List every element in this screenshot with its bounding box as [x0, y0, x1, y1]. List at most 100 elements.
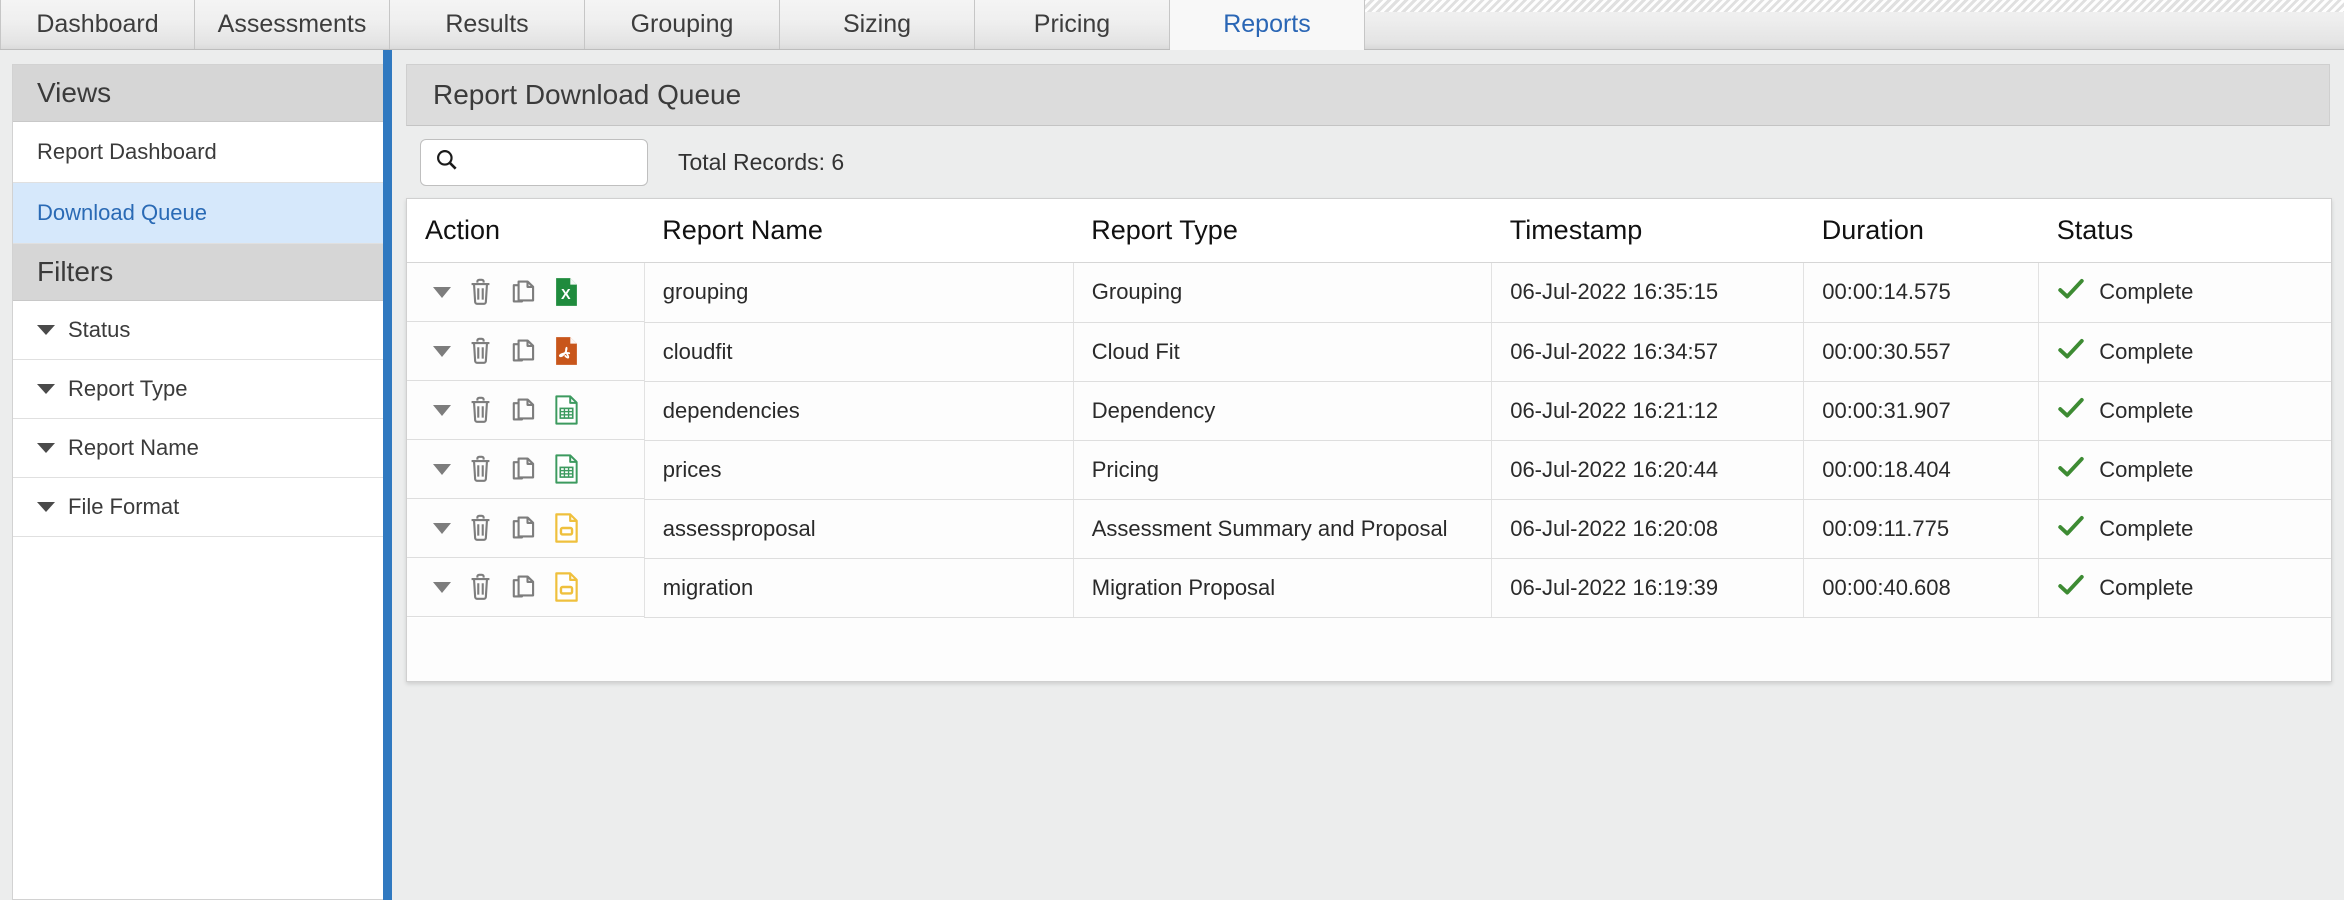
- delete-icon[interactable]: [467, 396, 494, 425]
- column-header-report-type[interactable]: Report Type: [1073, 199, 1492, 263]
- cell-report-type: Assessment Summary and Proposal: [1072, 499, 1492, 559]
- status-label: Complete: [2099, 574, 2194, 600]
- column-header-status[interactable]: Status: [2038, 199, 2331, 263]
- cell-report-name: dependencies: [643, 381, 1074, 441]
- table-row[interactable]: cloudfit Cloud Fit 06-Jul-2022 16:34:57 00:…: [407, 322, 2331, 382]
- table-row[interactable]: dependencies Dependency 06-Jul-2022 16:21:…: [407, 381, 2331, 441]
- expand-row-chevron-down-icon[interactable]: [433, 286, 451, 298]
- delete-icon[interactable]: [467, 514, 494, 543]
- sidebar-item-report-dashboard[interactable]: Report Dashboard: [13, 122, 383, 183]
- status-label: Complete: [2099, 338, 2194, 364]
- row-action-cell: [407, 499, 644, 558]
- status-badge: Complete: [2057, 455, 2331, 485]
- table-body: Xgrouping Grouping 06-Jul-2022 16:35:15 00:…: [407, 262, 2331, 681]
- copy-icon[interactable]: [510, 337, 537, 366]
- cell-report-name: grouping: [643, 262, 1074, 323]
- tab-bar-filler: [1365, 0, 2344, 49]
- filter-file-format[interactable]: File Format: [13, 478, 383, 537]
- search-icon: [434, 147, 460, 178]
- cell-status: Complete: [2038, 440, 2331, 500]
- csv-file-icon[interactable]: [553, 395, 580, 425]
- main-content: Report Download Queue Total Records: 6 A…: [392, 50, 2344, 900]
- ppt-file-icon[interactable]: [553, 513, 580, 543]
- column-header-action[interactable]: Action: [407, 199, 645, 263]
- excel-file-icon[interactable]: X: [553, 277, 580, 307]
- ppt-file-icon[interactable]: [553, 572, 580, 602]
- tab-results[interactable]: Results: [390, 0, 585, 49]
- status-check-icon: [2057, 337, 2085, 367]
- chevron-down-icon: [37, 325, 55, 335]
- column-header-duration[interactable]: Duration: [1803, 199, 2039, 263]
- sidebar-item-label: Download Queue: [37, 200, 208, 225]
- chevron-down-icon: [37, 384, 55, 394]
- cell-status: Complete: [2038, 322, 2331, 382]
- filter-label: File Format: [68, 494, 180, 519]
- sidebar-item-label: Report Dashboard: [37, 139, 217, 164]
- cell-duration: 00:00:14.575: [1803, 262, 2039, 323]
- table-row[interactable]: assessproposal Assessment Summary and Pro…: [407, 499, 2331, 559]
- search-input[interactable]: [467, 150, 627, 174]
- tab-dashboard[interactable]: Dashboard: [0, 0, 195, 49]
- filter-label: Report Name: [68, 435, 199, 460]
- filter-label: Status: [68, 317, 131, 342]
- filter-label: Report Type: [68, 376, 188, 401]
- views-section-header: Views: [13, 65, 383, 122]
- tab-reports[interactable]: Reports: [1170, 0, 1365, 50]
- filter-status[interactable]: Status: [13, 301, 383, 360]
- filter-report-type[interactable]: Report Type: [13, 360, 383, 419]
- sidebar: Views Report Dashboard Download Queue Fi…: [12, 64, 383, 900]
- delete-icon[interactable]: [467, 573, 494, 602]
- filter-report-name[interactable]: Report Name: [13, 419, 383, 478]
- tab-pricing[interactable]: Pricing: [975, 0, 1170, 49]
- expand-row-chevron-down-icon[interactable]: [433, 345, 451, 357]
- sidebar-empty-area: [13, 537, 383, 899]
- main-tab-bar: Dashboard Assessments Results Grouping S…: [0, 0, 2344, 50]
- status-check-icon: [2057, 514, 2085, 544]
- table-toolbar: Total Records: 6: [406, 126, 2330, 198]
- cell-report-type: Cloud Fit: [1072, 322, 1492, 382]
- status-check-icon: [2057, 455, 2085, 485]
- copy-icon[interactable]: [510, 396, 537, 425]
- expand-row-chevron-down-icon[interactable]: [433, 404, 451, 416]
- cell-timestamp: 06-Jul-2022 16:19:39: [1491, 558, 1804, 618]
- delete-icon[interactable]: [467, 278, 494, 307]
- csv-file-icon[interactable]: [553, 454, 580, 484]
- table-row[interactable]: Xgrouping Grouping 06-Jul-2022 16:35:15 00:…: [407, 262, 2331, 323]
- expand-row-chevron-down-icon[interactable]: [433, 581, 451, 593]
- table-row[interactable]: migration Migration Proposal 06-Jul-2022 1…: [407, 558, 2331, 618]
- cell-report-name: migration: [643, 558, 1074, 618]
- page-title: Report Download Queue: [406, 64, 2330, 126]
- report-queue-table-card: Action Report Name Report Type Timestamp…: [406, 198, 2332, 682]
- expand-row-chevron-down-icon[interactable]: [433, 463, 451, 475]
- column-header-timestamp[interactable]: Timestamp: [1491, 199, 1804, 263]
- copy-icon[interactable]: [510, 573, 537, 602]
- table-empty-footer-row: [407, 617, 2331, 681]
- cell-status: Complete: [2038, 499, 2331, 559]
- table-header-row: Action Report Name Report Type Timestamp…: [407, 199, 2331, 263]
- delete-icon[interactable]: [467, 455, 494, 484]
- cell-duration: 00:00:30.557: [1803, 322, 2039, 382]
- tab-grouping[interactable]: Grouping: [585, 0, 780, 49]
- cell-duration: 00:00:40.608: [1803, 558, 2039, 618]
- table-row[interactable]: prices Pricing 06-Jul-2022 16:20:44 00:00:1…: [407, 440, 2331, 500]
- cell-report-type: Pricing: [1072, 440, 1492, 500]
- column-header-report-name[interactable]: Report Name: [644, 199, 1074, 263]
- copy-icon[interactable]: [510, 455, 537, 484]
- tab-assessments[interactable]: Assessments: [195, 0, 390, 49]
- tab-label: Dashboard: [36, 10, 159, 38]
- cell-report-name: assessproposal: [643, 499, 1074, 559]
- sidebar-item-download-queue[interactable]: Download Queue: [13, 183, 383, 244]
- status-label: Complete: [2099, 515, 2194, 541]
- expand-row-chevron-down-icon[interactable]: [433, 522, 451, 534]
- pdf-file-icon[interactable]: [553, 336, 580, 366]
- delete-icon[interactable]: [467, 337, 494, 366]
- tab-sizing[interactable]: Sizing: [780, 0, 975, 49]
- status-label: Complete: [2099, 279, 2194, 305]
- search-box[interactable]: [420, 138, 648, 186]
- status-badge: Complete: [2057, 573, 2331, 603]
- copy-icon[interactable]: [510, 514, 537, 543]
- sidebar-divider-bar: [383, 50, 392, 900]
- tab-label: Reports: [1223, 10, 1311, 38]
- copy-icon[interactable]: [510, 278, 537, 307]
- tab-label: Sizing: [842, 10, 912, 38]
